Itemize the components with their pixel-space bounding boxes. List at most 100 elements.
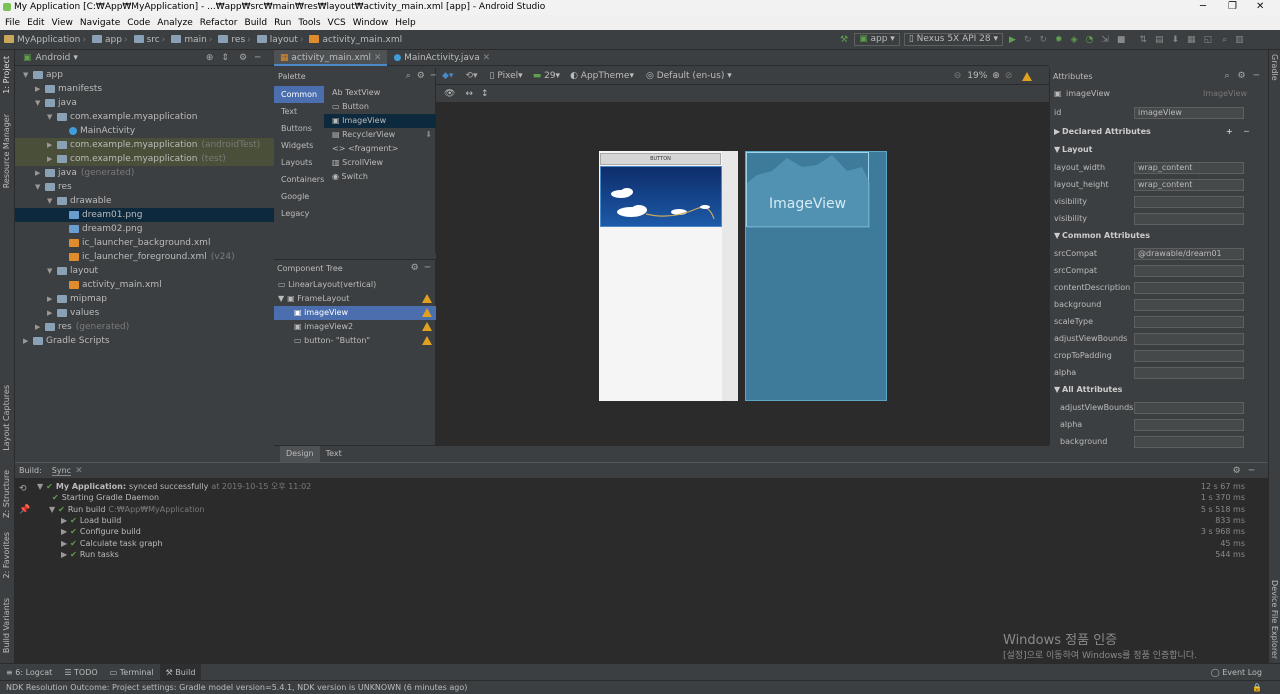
chevron-right-icon[interactable]: ▶ — [47, 138, 57, 152]
chevron-down-icon[interactable]: ▼ — [47, 264, 57, 278]
zoom-out-icon[interactable]: ⊖ — [954, 71, 962, 81]
gradle-tab[interactable]: Gradle — [1270, 54, 1279, 81]
sync-icon[interactable]: ⇅ — [1139, 35, 1147, 45]
device-select[interactable]: ▯ Nexus 5X API 28 ▾ — [903, 33, 1004, 46]
chevron-right-icon[interactable]: ▶ — [47, 152, 57, 166]
id-field[interactable]: imageView — [1134, 107, 1244, 119]
palette-category-buttons[interactable]: Buttons — [274, 120, 324, 137]
menu-build[interactable]: Build — [245, 18, 268, 28]
chevron-down-icon[interactable]: ▼ — [23, 68, 33, 82]
breadcrumb-item[interactable]: res — [218, 35, 245, 45]
breadcrumb-item[interactable]: src — [133, 35, 160, 45]
component-tree-item[interactable]: ▣ imageView — [274, 306, 436, 320]
restart-icon[interactable]: ⟲ — [19, 484, 27, 494]
gear-icon[interactable]: ⚙ — [239, 53, 247, 63]
menu-vcs[interactable]: VCS — [328, 18, 346, 28]
breadcrumb-item[interactable]: main — [171, 35, 207, 45]
project-tree-item[interactable]: ▶ values — [15, 306, 274, 320]
gear-icon[interactable]: ⚙ — [411, 263, 419, 273]
project-tree-item[interactable]: MainActivity — [15, 124, 274, 138]
attr-value-field[interactable] — [1134, 213, 1244, 225]
project-tree-item[interactable]: ic_launcher_background.xml — [15, 236, 274, 250]
chevron-right-icon[interactable]: ▶ — [61, 539, 67, 548]
palette-category-legacy[interactable]: Legacy — [274, 205, 324, 222]
project-tree-item[interactable]: ▶ res (generated) — [15, 320, 274, 334]
attr-value-field[interactable] — [1134, 367, 1244, 379]
project-tree-item[interactable]: ▼ java — [15, 96, 274, 110]
palette-category-common[interactable]: Common — [274, 86, 324, 103]
attr-section-declared[interactable]: ▶ Declared Attributes + ─ — [1050, 124, 1269, 140]
tool-tab-todo[interactable]: ☰ TODO — [58, 664, 103, 681]
apply-changes-icon[interactable]: ↻ — [1024, 35, 1032, 45]
layout-captures-tab[interactable]: Layout Captures — [2, 385, 11, 451]
project-tree-item[interactable]: ▶ Gradle Scripts — [15, 334, 274, 348]
structure-tab[interactable]: Z: Structure — [2, 470, 11, 518]
chevron-right-icon[interactable]: ▶ — [61, 516, 67, 525]
palette-category-widgets[interactable]: Widgets — [274, 137, 324, 154]
palette-category-containers[interactable]: Containers — [274, 171, 324, 188]
chevron-down-icon[interactable]: ▼ — [47, 194, 57, 208]
apply-code-icon[interactable]: ↻ — [1040, 35, 1048, 45]
preview-image-view[interactable] — [600, 166, 722, 227]
attr-value-field[interactable] — [1134, 316, 1244, 328]
menu-tools[interactable]: Tools — [298, 18, 320, 28]
profile-icon[interactable]: ◔ — [1086, 35, 1094, 45]
menu-code[interactable]: Code — [127, 18, 150, 28]
palette-item[interactable]: Ab TextView — [324, 86, 436, 100]
chevron-down-icon[interactable]: ▼ — [1054, 382, 1060, 398]
build-variants-tab[interactable]: Build Variants — [2, 598, 11, 653]
project-tree-item[interactable]: ▶ mipmap — [15, 292, 274, 306]
tab-main-activity[interactable]: ● MainActivity.java ✕ — [387, 50, 496, 66]
chevron-down-icon[interactable]: ▼ — [1054, 142, 1060, 158]
sync-tab[interactable]: Sync — [51, 466, 72, 476]
chevron-right-icon[interactable]: ▶ — [35, 82, 45, 96]
tab-design[interactable]: Design — [280, 446, 320, 462]
build-line[interactable]: ✔ Starting Gradle Daemon 1 s 370 ms — [49, 492, 1267, 503]
chevron-right-icon[interactable]: ▶ — [35, 320, 45, 334]
close-icon[interactable]: ✕ — [75, 466, 83, 476]
chevron-down-icon[interactable]: ▼ — [35, 180, 45, 194]
project-view-select[interactable]: Android — [36, 53, 71, 63]
run-icon[interactable]: ▶ — [1009, 35, 1016, 45]
hammer-icon[interactable]: ⚒ — [840, 35, 848, 45]
attr-value-field[interactable] — [1134, 350, 1244, 362]
menu-refactor[interactable]: Refactor — [200, 18, 238, 28]
attr-section-common[interactable]: ▼ Common Attributes — [1050, 228, 1269, 244]
chevron-right-icon[interactable]: ▶ — [1054, 124, 1060, 140]
attr-value-field[interactable] — [1134, 436, 1244, 448]
project-tree-item[interactable]: ▶ com.example.myapplication (androidTest) — [15, 138, 274, 152]
chevron-down-icon[interactable]: ▼ — [49, 505, 55, 514]
palette-item[interactable]: <> <fragment> — [324, 142, 436, 156]
warning-icon[interactable] — [422, 294, 432, 303]
warning-icon[interactable] — [1022, 71, 1033, 81]
zoom-in-icon[interactable]: ⊕ — [992, 71, 1000, 81]
project-tool-tab[interactable]: 1: Project — [2, 56, 11, 94]
tool-tab-terminal[interactable]: ▭ Terminal — [104, 664, 160, 681]
chevron-right-icon[interactable]: ▶ — [61, 550, 67, 559]
layout-editor-icon[interactable]: ▥ — [1235, 35, 1244, 45]
vertical-resize-icon[interactable]: ↕ — [481, 89, 489, 99]
attach-debugger-icon[interactable]: ⇲ — [1101, 35, 1109, 45]
gear-icon[interactable]: ⚙ — [417, 71, 425, 81]
hide-icon[interactable]: ─ — [1249, 466, 1254, 476]
breadcrumb-item[interactable]: activity_main.xml — [309, 35, 402, 45]
tab-activity-main[interactable]: ▦ activity_main.xml ✕ — [274, 49, 388, 66]
tool-tab-build[interactable]: ⚒ Build — [159, 663, 202, 681]
search-everywhere-icon[interactable]: ⌕ — [1222, 35, 1227, 45]
attr-value-field[interactable] — [1134, 265, 1244, 277]
breadcrumb-item[interactable]: app — [92, 35, 122, 45]
attr-value-field[interactable]: @drawable/dream01 — [1134, 248, 1244, 260]
menu-view[interactable]: View — [52, 18, 73, 28]
palette-item[interactable]: ▤ RecyclerView ⬇ — [324, 128, 436, 142]
attr-value-field[interactable] — [1134, 419, 1244, 431]
palette-item[interactable]: ▣ ImageView — [324, 114, 436, 128]
attr-value-field[interactable] — [1134, 299, 1244, 311]
build-line[interactable]: ▼ ✔ My Application: synced successfully at 2… — [37, 481, 1267, 492]
lock-icon[interactable]: 🔒 — [1252, 681, 1262, 694]
chevron-right-icon[interactable]: ▶ — [23, 334, 33, 348]
attr-section-layout[interactable]: ▼ Layout — [1050, 142, 1269, 158]
build-line[interactable]: ▼ ✔ Run build C:₩App₩MyApplication 5 s 518 m… — [49, 504, 1267, 515]
zoom-fit-icon[interactable]: ⊘ — [1005, 71, 1013, 81]
chevron-right-icon[interactable]: ▶ — [61, 527, 67, 536]
blueprint-image-view[interactable]: ImageView — [746, 152, 870, 228]
